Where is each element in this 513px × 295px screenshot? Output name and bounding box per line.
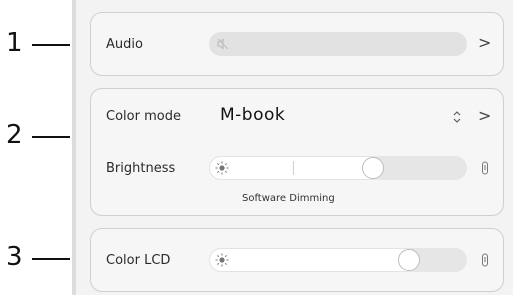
- callout-line-2: [32, 136, 70, 138]
- sun-icon: [215, 253, 229, 267]
- color-lcd-slider-fill: [209, 248, 420, 272]
- speaker-muted-icon: [217, 38, 229, 50]
- software-dimming-note: Software Dimming: [242, 193, 335, 204]
- color-mode-label: Color mode: [106, 109, 181, 124]
- up-down-chevron-icon[interactable]: [452, 109, 462, 125]
- color-mode-chevron-icon[interactable]: >: [478, 106, 491, 125]
- audio-label: Audio: [106, 37, 143, 52]
- display-card: Color mode M-book > Brightness Software …: [90, 88, 504, 216]
- brightness-slider[interactable]: [209, 156, 467, 180]
- brightness-slider-fill: [209, 156, 384, 180]
- color-mode-value[interactable]: M-book: [220, 105, 285, 125]
- audio-chevron-icon[interactable]: >: [478, 33, 491, 52]
- color-lcd-slider[interactable]: [209, 248, 467, 272]
- callout-number-3: 3: [6, 242, 23, 272]
- callout-number-2: 2: [6, 120, 23, 150]
- brightness-label: Brightness: [106, 161, 176, 176]
- audio-card: Audio >: [90, 12, 504, 76]
- brightness-slider-thumb[interactable]: [362, 157, 384, 179]
- color-lcd-card: Color LCD: [90, 228, 504, 292]
- brightness-threshold-tick: [293, 161, 294, 175]
- color-lcd-label: Color LCD: [106, 253, 171, 268]
- audio-slider[interactable]: [209, 32, 467, 56]
- sun-icon: [215, 161, 229, 175]
- color-lcd-slider-thumb[interactable]: [398, 249, 420, 271]
- callout-line-1: [32, 44, 70, 46]
- lamp-icon: [482, 253, 488, 267]
- callout-line-3: [32, 258, 70, 260]
- lamp-icon: [482, 161, 488, 175]
- callout-number-1: 1: [6, 28, 23, 58]
